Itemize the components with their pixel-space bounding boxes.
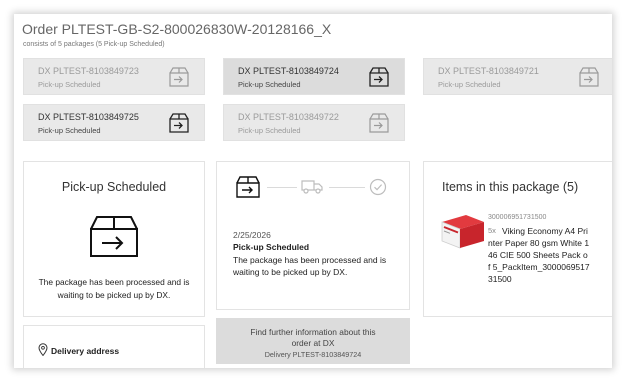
package-status: Pick-up Scheduled xyxy=(238,126,301,135)
package-tile[interactable]: DX PLTEST-8103849725 Pick-up Scheduled xyxy=(23,104,205,141)
package-tile[interactable]: DX PLTEST-8103849723 Pick-up Scheduled xyxy=(23,58,205,95)
status-heading: Pick-up Scheduled xyxy=(61,180,167,194)
package-id: DX PLTEST-8103849724 xyxy=(238,66,339,76)
package-box-icon xyxy=(579,67,599,87)
package-status: Pick-up Scheduled xyxy=(38,80,101,89)
tracking-card: 2/25/2026 Pick-up Scheduled The package … xyxy=(216,161,410,310)
product-name: Viking Economy A4 Printer Paper 80 gsm W… xyxy=(488,226,590,284)
tracking-date: 2/25/2026 xyxy=(233,230,271,240)
order-page: Order PLTEST-GB-S2-800026830W-20128166_X… xyxy=(14,14,612,368)
further-info-text: Find further information about this orde… xyxy=(250,327,376,348)
status-card: Pick-up Scheduled The package has been p… xyxy=(23,161,205,317)
delivery-reference: Delivery PLTEST-8103849724 xyxy=(264,350,362,359)
items-heading: Items in this package (5) xyxy=(442,180,579,194)
package-box-icon xyxy=(369,113,389,133)
package-id: DX PLTEST-8103849723 xyxy=(38,66,139,76)
package-box-icon xyxy=(369,67,389,87)
truck-icon xyxy=(301,180,323,194)
tracking-description: The package has been processed and is wa… xyxy=(233,255,387,277)
package-box-icon xyxy=(90,216,138,257)
page-title: Order PLTEST-GB-S2-800026830W-20128166_X xyxy=(22,21,332,37)
package-id: DX PLTEST-8103849721 xyxy=(438,66,539,76)
delivery-address-label: Delivery address xyxy=(51,346,120,356)
package-tile-selected[interactable]: DX PLTEST-8103849724 Pick-up Scheduled xyxy=(223,58,405,95)
location-pin-icon xyxy=(38,343,48,356)
product-code: 300006951731500 xyxy=(488,214,547,221)
package-tile[interactable]: DX PLTEST-8103849721 Pick-up Scheduled xyxy=(423,58,612,95)
page-subtitle: consists of 5 packages (5 Pick-up Schedu… xyxy=(23,41,165,48)
progress-line xyxy=(267,187,297,188)
package-id: DX PLTEST-8103849722 xyxy=(238,112,339,122)
package-status: Pick-up Scheduled xyxy=(438,80,501,89)
package-status: Pick-up Scheduled xyxy=(238,80,301,89)
package-box-icon xyxy=(169,113,189,133)
check-circle-icon xyxy=(369,178,387,196)
package-box-icon xyxy=(169,67,189,87)
status-description: The package has been processed and is wa… xyxy=(38,277,190,300)
package-status: Pick-up Scheduled xyxy=(38,126,101,135)
package-tile[interactable]: DX PLTEST-8103849722 Pick-up Scheduled xyxy=(223,104,405,141)
package-id: DX PLTEST-8103849725 xyxy=(38,112,139,122)
tracking-status: Pick-up Scheduled xyxy=(233,242,310,252)
package-box-icon xyxy=(236,176,260,198)
product-image xyxy=(441,215,484,249)
progress-line xyxy=(329,187,365,188)
further-info-link[interactable]: Find further information about this orde… xyxy=(216,318,410,364)
items-card: Items in this package (5) 30000695173150… xyxy=(423,161,612,317)
